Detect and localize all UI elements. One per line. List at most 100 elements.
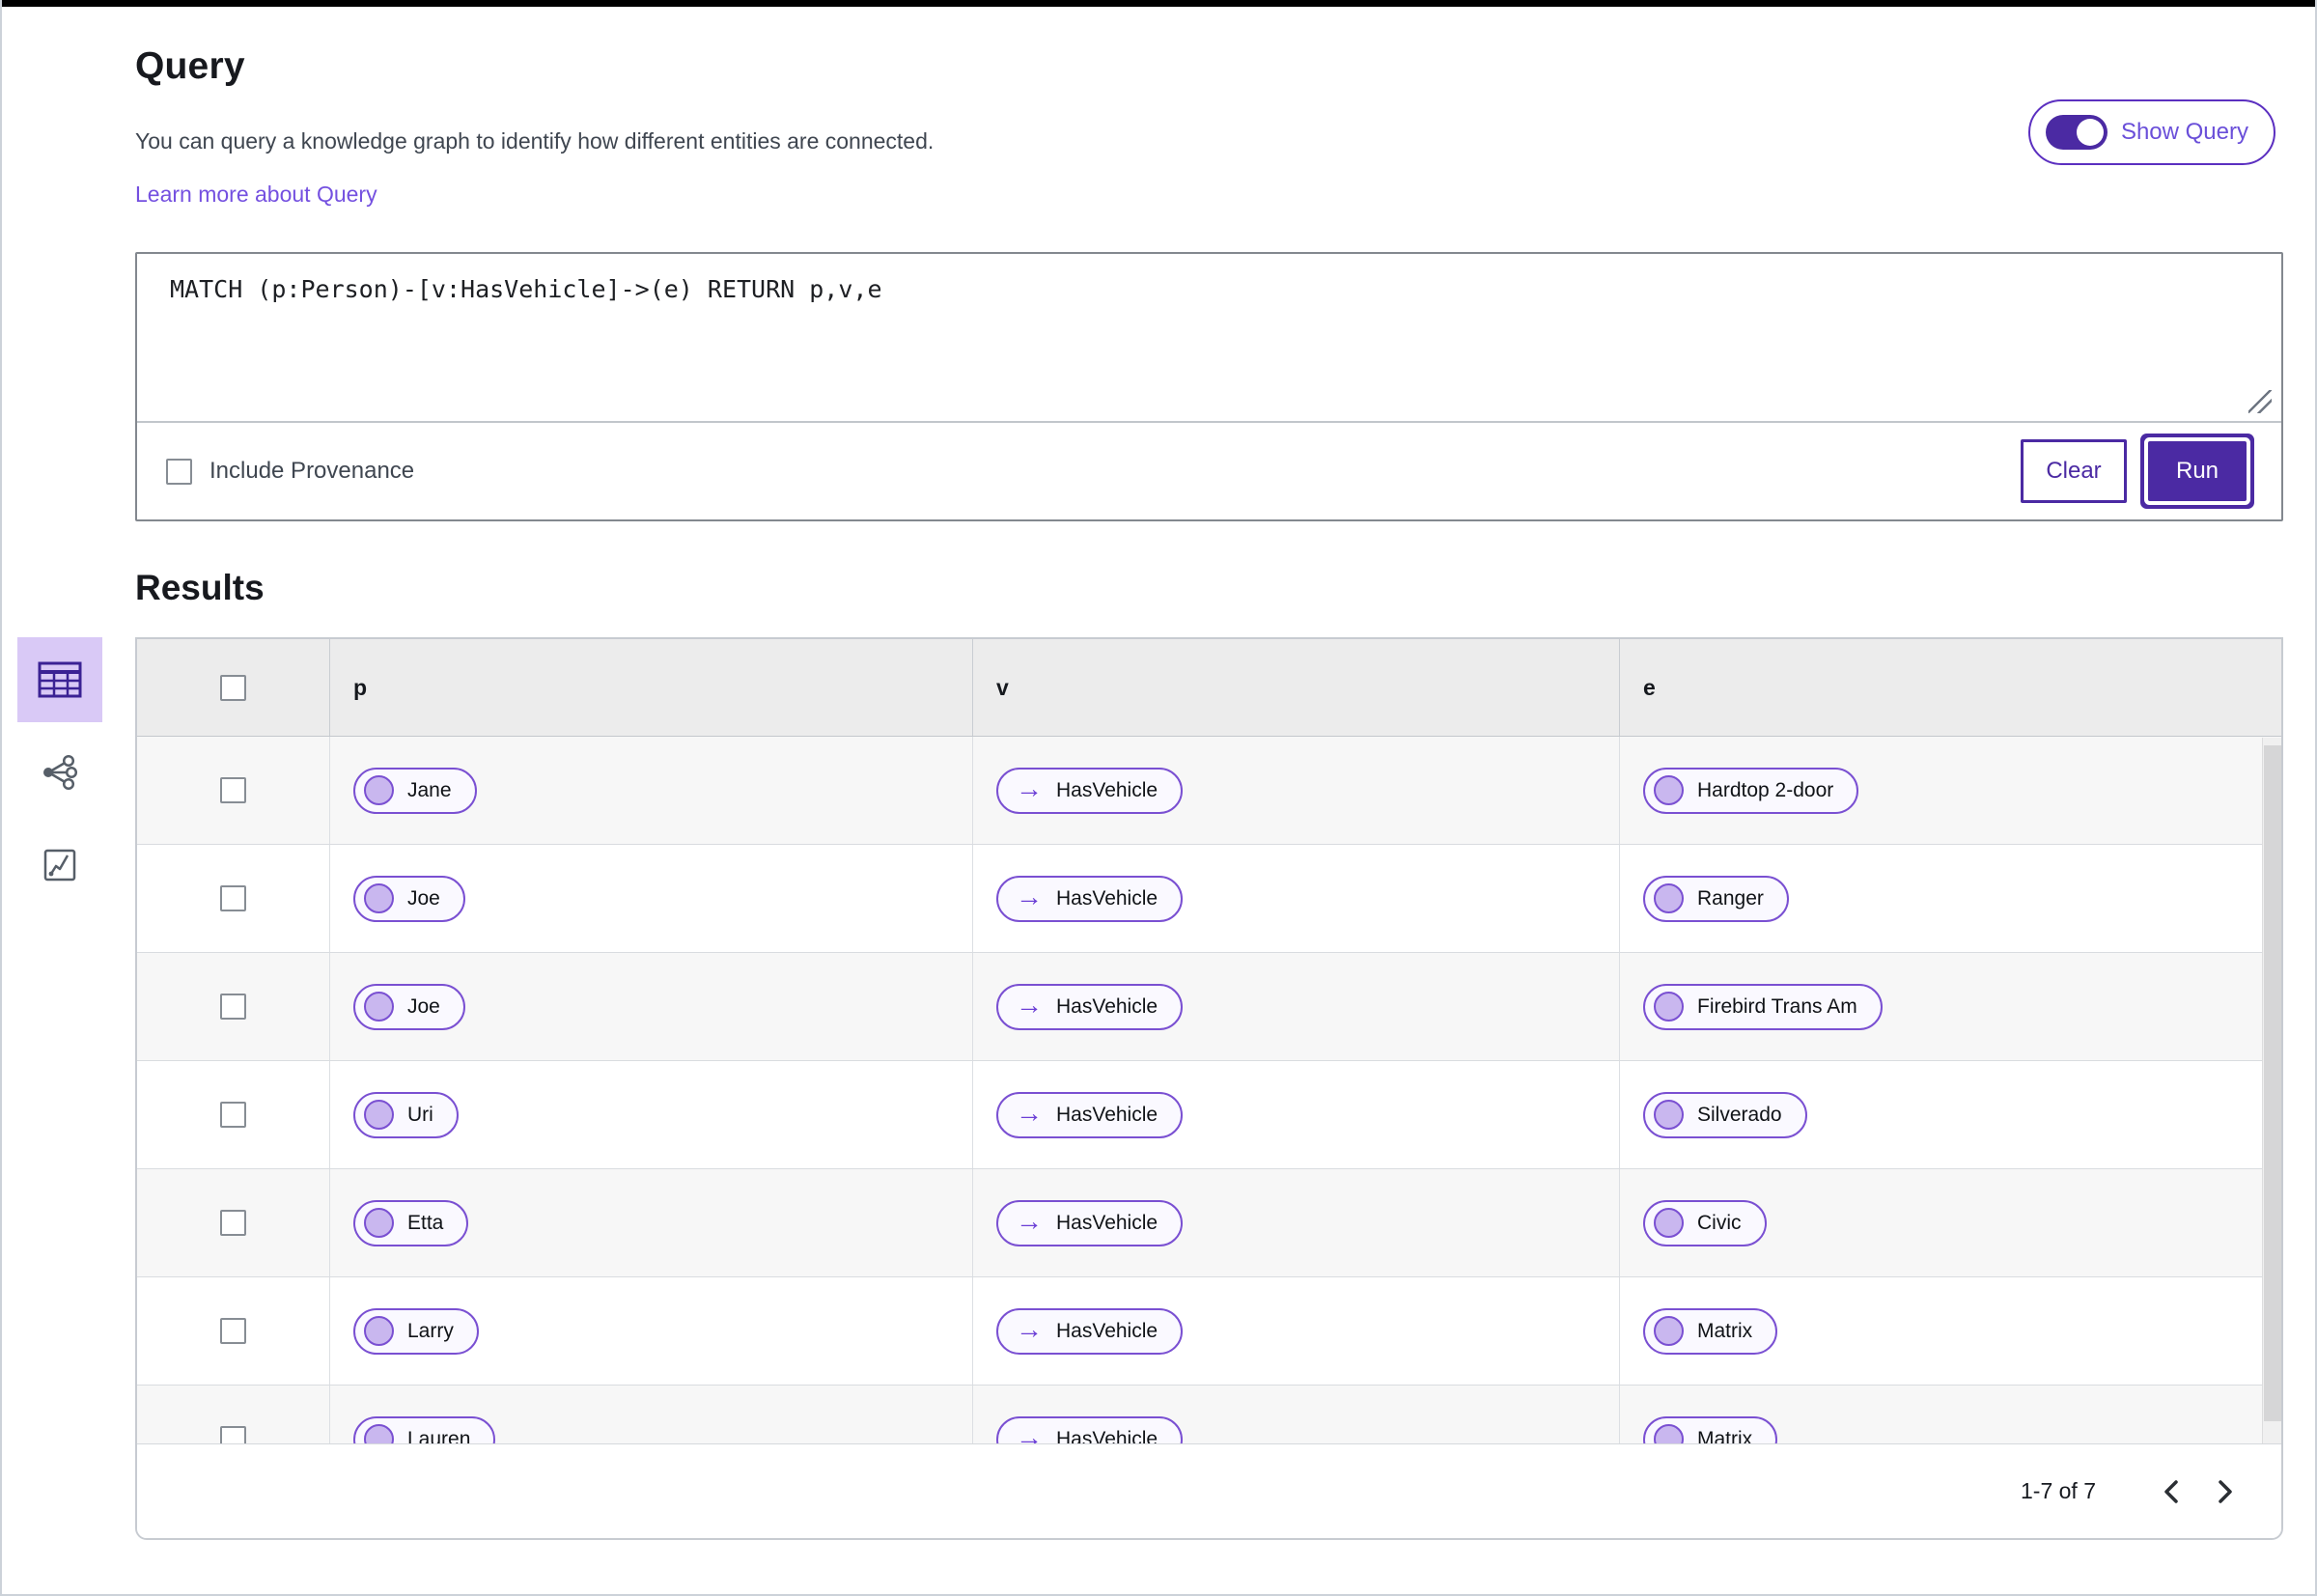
row-checkbox[interactable] (220, 885, 246, 911)
edge-pill[interactable]: → HasVehicle (996, 1091, 1184, 1138)
edge-pill[interactable]: → HasVehicle (996, 767, 1184, 814)
e-node-pill[interactable]: Ranger (1643, 875, 1789, 922)
edge-pill[interactable]: → HasVehicle (996, 875, 1184, 922)
header-cell-p: p (329, 639, 972, 736)
pill-label: Uri (407, 1103, 433, 1126)
e-node-pill[interactable]: Silverado (1643, 1091, 1807, 1138)
p-node-pill[interactable]: Lauren (353, 1415, 496, 1444)
row-cell-select (137, 737, 329, 844)
header-cell-e: e (1619, 639, 2281, 736)
select-all-checkbox[interactable] (220, 674, 246, 701)
toggle-switch[interactable] (2045, 115, 2108, 150)
row-checkbox[interactable] (220, 994, 246, 1020)
pill-label: HasVehicle (1056, 778, 1158, 801)
e-node-pill[interactable]: Matrix (1643, 1415, 1778, 1444)
row-cell-p: Joe (329, 953, 972, 1060)
column-label-v: v (996, 674, 1009, 700)
p-node-pill[interactable]: Larry (353, 1307, 479, 1355)
table-row: Jane → HasVehicle Hardtop 2-door (137, 737, 2281, 845)
toggle-knob (2076, 119, 2104, 146)
header-cell-select (137, 639, 329, 736)
row-checkbox[interactable] (220, 1318, 246, 1344)
results-table-card: p v e Jane → HasVehicle Hardtop 2-door J… (135, 637, 2283, 1540)
p-node-pill[interactable]: Etta (353, 1199, 469, 1246)
editor-footer: Include Provenance Clear Run (137, 423, 2281, 519)
e-node-pill[interactable]: Firebird Trans Am (1643, 983, 1883, 1030)
chevron-left-icon (2163, 1479, 2180, 1504)
p-node-pill[interactable]: Joe (353, 875, 465, 922)
node-circle-icon (364, 1424, 394, 1443)
query-editor-panel: MATCH (p:Person)-[v:HasVehicle]->(e) RET… (135, 252, 2283, 521)
table-row: Uri → HasVehicle Silverado (137, 1061, 2281, 1169)
row-checkbox[interactable] (220, 1426, 246, 1443)
edge-arrow-icon: → (1016, 1421, 1043, 1443)
row-cell-e: Civic (1619, 1169, 2281, 1276)
row-cell-v: → HasVehicle (972, 1277, 1619, 1385)
edge-arrow-icon: → (1016, 1205, 1043, 1236)
expand-view-button[interactable] (17, 823, 102, 908)
pill-label: Etta (407, 1211, 444, 1234)
include-provenance-checkbox[interactable] (166, 458, 192, 485)
graph-view-button[interactable] (17, 730, 102, 815)
p-node-pill[interactable]: Jane (353, 767, 477, 814)
expand-view-icon (41, 846, 79, 884)
scrollbar-thumb[interactable] (2264, 745, 2281, 1421)
row-cell-e: Firebird Trans Am (1619, 953, 2281, 1060)
pill-label: Lauren (407, 1427, 471, 1444)
pill-label: Ranger (1697, 886, 1764, 910)
pill-label: Joe (407, 886, 440, 910)
page-title: Query (135, 45, 245, 87)
row-checkbox[interactable] (220, 1102, 246, 1128)
edge-arrow-icon: → (1016, 1313, 1043, 1344)
node-circle-icon (364, 775, 394, 805)
node-circle-icon (364, 1208, 394, 1238)
edge-pill[interactable]: → HasVehicle (996, 1199, 1184, 1246)
node-circle-icon (1654, 1208, 1684, 1238)
row-cell-e: Silverado (1619, 1061, 2281, 1168)
row-cell-v: → HasVehicle (972, 845, 1619, 952)
row-checkbox[interactable] (220, 1210, 246, 1236)
run-button[interactable]: Run (2148, 441, 2247, 501)
edge-pill[interactable]: → HasVehicle (996, 1307, 1184, 1355)
row-checkbox[interactable] (220, 777, 246, 803)
node-circle-icon (1654, 992, 1684, 1022)
clear-button[interactable]: Clear (2021, 439, 2127, 503)
row-cell-p: Uri (329, 1061, 972, 1168)
row-cell-e: Matrix (1619, 1277, 2281, 1385)
pill-label: HasVehicle (1056, 1319, 1158, 1342)
row-cell-v: → HasVehicle (972, 953, 1619, 1060)
results-region: p v e Jane → HasVehicle Hardtop 2-door J… (17, 637, 2283, 1540)
page-description: You can query a knowledge graph to ident… (135, 128, 935, 154)
e-node-pill[interactable]: Matrix (1643, 1307, 1778, 1355)
p-node-pill[interactable]: Joe (353, 983, 465, 1030)
resize-handle-icon[interactable] (2248, 390, 2272, 413)
table-view-icon (38, 660, 82, 699)
pagination-range: 1-7 of 7 (2021, 1478, 2096, 1503)
pill-label: Matrix (1697, 1427, 1753, 1444)
query-textarea[interactable]: MATCH (p:Person)-[v:HasVehicle]->(e) RET… (137, 254, 2281, 423)
edge-pill[interactable]: → HasVehicle (996, 983, 1184, 1030)
row-cell-p: Joe (329, 845, 972, 952)
pill-label: Joe (407, 994, 440, 1018)
pill-label: Civic (1697, 1211, 1742, 1234)
row-cell-select (137, 1061, 329, 1168)
pill-label: Hardtop 2-door (1697, 778, 1834, 801)
e-node-pill[interactable]: Hardtop 2-door (1643, 767, 1859, 814)
graph-view-icon (41, 753, 79, 792)
node-circle-icon (364, 1100, 394, 1130)
row-cell-select (137, 953, 329, 1060)
e-node-pill[interactable]: Civic (1643, 1199, 1767, 1246)
show-query-toggle[interactable]: Show Query (2027, 99, 2275, 165)
learn-more-link[interactable]: Learn more about Query (135, 182, 377, 208)
table-row: Joe → HasVehicle Ranger (137, 845, 2281, 953)
pill-label: HasVehicle (1056, 1427, 1158, 1444)
next-page-button[interactable] (2198, 1465, 2252, 1519)
previous-page-button[interactable] (2144, 1465, 2198, 1519)
edge-pill[interactable]: → HasVehicle (996, 1415, 1184, 1444)
pill-label: Larry (407, 1319, 454, 1342)
edge-arrow-icon: → (1016, 1097, 1043, 1128)
table-view-button[interactable] (17, 637, 102, 722)
row-cell-select (137, 845, 329, 952)
column-label-e: e (1643, 674, 1656, 700)
p-node-pill[interactable]: Uri (353, 1091, 459, 1138)
